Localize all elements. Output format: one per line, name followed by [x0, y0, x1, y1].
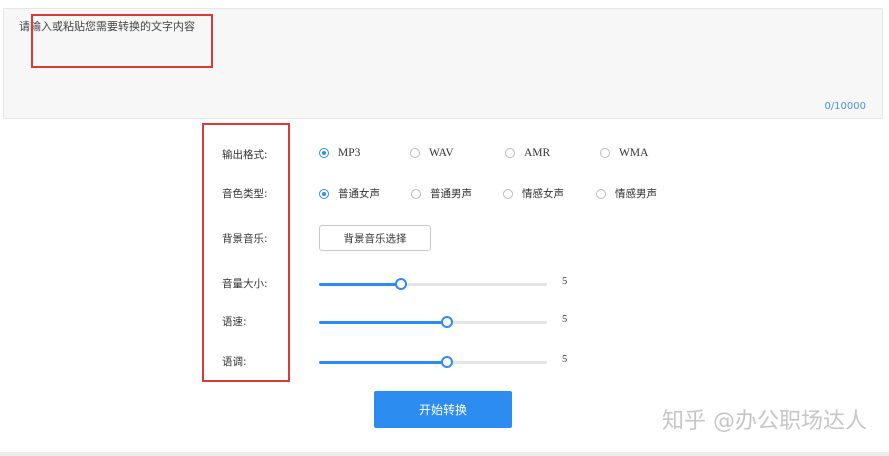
radio-unchecked-icon [505, 148, 515, 158]
volume-value: 5 [562, 276, 568, 287]
format-option-label: AMR [524, 147, 551, 159]
voice-option-emotional-female[interactable]: 情感女声 [503, 186, 564, 201]
format-option-label: WAV [429, 147, 454, 159]
voice-option-label: 情感男声 [615, 188, 657, 200]
text-input-area[interactable]: 请输入或粘贴您需要转换的文字内容 0/10000 [3, 8, 883, 119]
pitch-slider[interactable] [319, 355, 547, 369]
speed-label: 语速: [222, 316, 247, 328]
radio-unchecked-icon [596, 188, 606, 199]
music-label: 背景音乐: [222, 233, 268, 245]
voice-option-label: 普通男声 [430, 188, 472, 200]
radio-unchecked-icon [411, 188, 421, 199]
start-convert-button[interactable]: 开始转换 [374, 391, 512, 428]
text-input-placeholder: 请输入或粘贴您需要转换的文字内容 [19, 20, 195, 33]
bottom-divider [0, 452, 889, 456]
slider-handle[interactable] [440, 356, 453, 368]
background-music-button[interactable]: 背景音乐选择 [319, 225, 431, 251]
radio-unchecked-icon [410, 148, 420, 158]
radio-unchecked-icon [503, 188, 513, 199]
radio-checked-icon [319, 188, 329, 199]
format-option-wma[interactable]: WMA [600, 147, 648, 159]
slider-handle[interactable] [395, 278, 408, 290]
slider-fill [319, 283, 402, 286]
format-option-mp3[interactable]: MP3 [319, 147, 360, 159]
speed-value: 5 [562, 314, 568, 325]
voice-option-male[interactable]: 普通男声 [411, 186, 472, 201]
slider-handle[interactable] [440, 316, 453, 328]
voice-option-label: 普通女声 [338, 188, 380, 200]
radio-unchecked-icon [600, 148, 610, 158]
format-option-label: WMA [619, 147, 649, 159]
voice-option-female[interactable]: 普通女声 [319, 186, 380, 201]
voice-option-emotional-male[interactable]: 情感男声 [596, 186, 657, 201]
format-label: 输出格式: [222, 149, 268, 161]
pitch-value: 5 [562, 354, 568, 365]
voice-label: 音色类型: [222, 188, 268, 200]
slider-fill [319, 361, 447, 364]
speed-slider[interactable] [319, 315, 547, 329]
volume-slider[interactable] [319, 277, 547, 291]
volume-label: 音量大小: [222, 278, 268, 290]
voice-option-label: 情感女声 [522, 188, 564, 200]
format-option-wav[interactable]: WAV [410, 147, 454, 159]
character-counter: 0/10000 [824, 101, 866, 112]
watermark-text: 知乎 @办公职场达人 [662, 409, 867, 434]
radio-checked-icon [319, 148, 329, 158]
slider-fill [319, 321, 447, 324]
format-option-amr[interactable]: AMR [505, 147, 550, 159]
pitch-label: 语调: [222, 356, 247, 368]
format-option-label: MP3 [338, 147, 361, 159]
